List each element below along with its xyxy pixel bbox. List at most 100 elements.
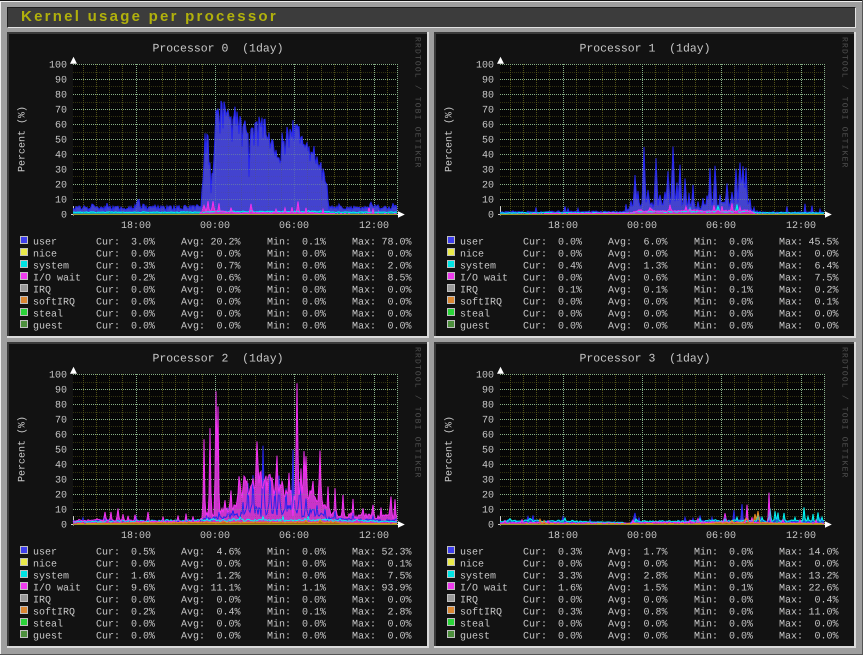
svg-text:Avg:: Avg:: [181, 298, 205, 309]
svg-text:guest: guest: [33, 322, 63, 333]
svg-text:12:00: 12:00: [786, 531, 816, 542]
svg-text:0.0%: 0.0%: [387, 286, 411, 297]
svg-text:Processor 0 (1day): Processor 0 (1day): [152, 43, 283, 56]
svg-text:Cur:: Cur:: [523, 584, 547, 595]
svg-text:RRDTOOL / TOBI OETIKER: RRDTOOL / TOBI OETIKER: [840, 347, 849, 479]
svg-text:Min:: Min:: [694, 583, 718, 595]
svg-text:Processor 3 (1day): Processor 3 (1day): [579, 353, 710, 366]
svg-text:Avg:: Avg:: [181, 620, 205, 631]
svg-text:9.6%: 9.6%: [131, 584, 155, 595]
svg-text:Min:: Min:: [694, 595, 718, 607]
svg-text:78.0%: 78.0%: [381, 238, 411, 249]
svg-text:Processor 2 (1day): Processor 2 (1day): [152, 353, 283, 366]
svg-text:Avg:: Avg:: [181, 596, 205, 607]
svg-text:0.3%: 0.3%: [558, 548, 582, 559]
svg-text:20: 20: [482, 181, 494, 192]
svg-text:Min:: Min:: [694, 249, 718, 261]
svg-text:0.0%: 0.0%: [643, 632, 667, 643]
svg-text:70: 70: [482, 106, 494, 117]
svg-text:0.0%: 0.0%: [131, 298, 155, 309]
svg-text:Avg:: Avg:: [608, 596, 632, 607]
svg-text:11.0%: 11.0%: [808, 608, 838, 619]
svg-text:6.0%: 6.0%: [643, 238, 667, 249]
svg-text:06:00: 06:00: [279, 221, 309, 232]
svg-text:Avg:: Avg:: [608, 250, 632, 261]
svg-text:2.0%: 2.0%: [387, 262, 411, 273]
svg-text:Cur:: Cur:: [523, 298, 547, 309]
svg-text:Avg:: Avg:: [181, 322, 205, 333]
svg-text:Cur:: Cur:: [523, 238, 547, 249]
svg-text:Min:: Min:: [694, 559, 718, 571]
svg-text:Min:: Min:: [694, 547, 718, 559]
svg-text:90: 90: [482, 76, 494, 87]
svg-text:Min:: Min:: [267, 285, 291, 297]
svg-text:0.4%: 0.4%: [216, 608, 240, 619]
svg-text:Min:: Min:: [694, 261, 718, 273]
svg-text:softIRQ: softIRQ: [33, 297, 75, 309]
svg-text:Min:: Min:: [267, 595, 291, 607]
svg-text:0.6%: 0.6%: [643, 274, 667, 285]
svg-text:0.3%: 0.3%: [131, 262, 155, 273]
svg-text:3.0%: 3.0%: [131, 238, 155, 249]
svg-text:Cur:: Cur:: [96, 608, 120, 619]
svg-text:70: 70: [55, 106, 67, 117]
svg-text:3.3%: 3.3%: [558, 572, 582, 583]
svg-text:Min:: Min:: [694, 297, 718, 309]
svg-text:Max:: Max:: [352, 238, 376, 249]
svg-text:0.0%: 0.0%: [216, 250, 240, 261]
svg-text:0.0%: 0.0%: [729, 298, 753, 309]
svg-text:0: 0: [488, 521, 494, 532]
svg-text:0.0%: 0.0%: [729, 632, 753, 643]
svg-text:0.2%: 0.2%: [131, 274, 155, 285]
svg-text:system: system: [33, 262, 69, 273]
svg-text:1.5%: 1.5%: [643, 584, 667, 595]
svg-text:60: 60: [482, 121, 494, 132]
svg-text:Min:: Min:: [267, 237, 291, 249]
svg-text:14.0%: 14.0%: [808, 548, 838, 559]
svg-text:0.0%: 0.0%: [643, 620, 667, 631]
svg-text:Cur:: Cur:: [523, 548, 547, 559]
svg-text:7.5%: 7.5%: [814, 274, 838, 285]
svg-text:0.0%: 0.0%: [729, 620, 753, 631]
svg-text:Min:: Min:: [267, 559, 291, 571]
svg-text:Cur:: Cur:: [523, 632, 547, 643]
svg-text:0.0%: 0.0%: [302, 286, 326, 297]
svg-text:steal: steal: [33, 309, 63, 321]
svg-text:0.0%: 0.0%: [131, 310, 155, 321]
svg-text:0.0%: 0.0%: [131, 250, 155, 261]
svg-text:Max:: Max:: [779, 310, 803, 321]
svg-text:Avg:: Avg:: [181, 286, 205, 297]
svg-text:0.4%: 0.4%: [814, 596, 838, 607]
svg-text:Avg:: Avg:: [608, 238, 632, 249]
svg-text:RRDTOOL / TOBI OETIKER: RRDTOOL / TOBI OETIKER: [840, 37, 849, 169]
svg-text:Max:: Max:: [352, 262, 376, 273]
svg-text:Max:: Max:: [352, 274, 376, 285]
svg-text:steal: steal: [460, 309, 490, 321]
svg-text:user: user: [33, 548, 57, 559]
svg-text:guest: guest: [460, 632, 490, 643]
svg-text:18:00: 18:00: [121, 531, 151, 542]
svg-text:IRQ: IRQ: [33, 596, 51, 607]
svg-text:Min:: Min:: [694, 321, 718, 333]
svg-text:Avg:: Avg:: [608, 322, 632, 333]
svg-text:Avg:: Avg:: [608, 274, 632, 285]
svg-text:Cur:: Cur:: [96, 298, 120, 309]
svg-text:80: 80: [482, 91, 494, 102]
svg-text:30: 30: [55, 166, 67, 177]
svg-text:70: 70: [482, 416, 494, 427]
svg-text:0.1%: 0.1%: [814, 298, 838, 309]
svg-text:Min:: Min:: [267, 547, 291, 559]
svg-text:Cur:: Cur:: [523, 262, 547, 273]
svg-text:Avg:: Avg:: [608, 548, 632, 559]
svg-text:Max:: Max:: [352, 584, 376, 595]
svg-text:18:00: 18:00: [121, 221, 151, 232]
svg-text:Max:: Max:: [352, 286, 376, 297]
svg-text:0.0%: 0.0%: [558, 310, 582, 321]
svg-text:nice: nice: [33, 559, 57, 571]
svg-text:Max:: Max:: [779, 560, 803, 571]
svg-text:0.0%: 0.0%: [131, 322, 155, 333]
svg-text:00:00: 00:00: [200, 531, 230, 542]
svg-text:0.0%: 0.0%: [302, 560, 326, 571]
svg-text:90: 90: [482, 386, 494, 397]
svg-text:1.6%: 1.6%: [558, 584, 582, 595]
